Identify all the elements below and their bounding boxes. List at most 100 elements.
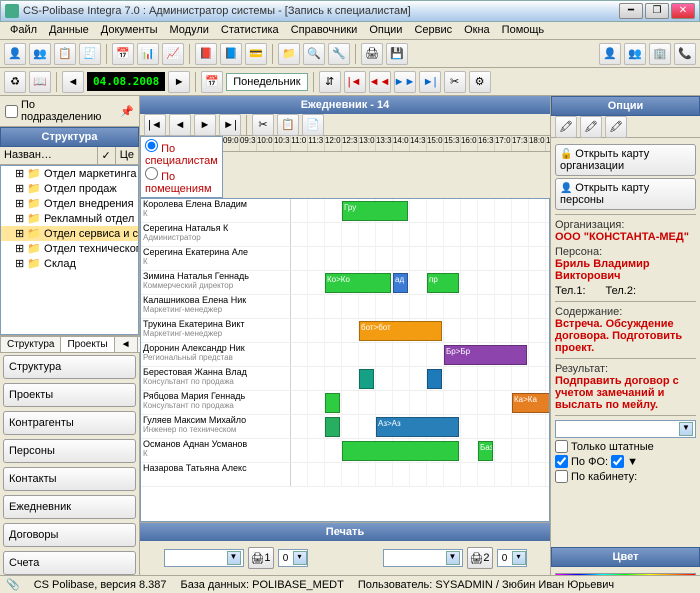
tool-icon[interactable]: ⚙ — [469, 71, 491, 93]
person-name[interactable]: Рябцова Мария ГеннадьКонсультант по прод… — [141, 391, 291, 414]
open-org-card-button[interactable]: 🔓 Открыть карту организации — [555, 144, 696, 176]
person-name[interactable]: Серегина Екатерина АлеК — [141, 247, 291, 270]
tool-btn[interactable]: 🧾 — [79, 43, 101, 65]
menu-item[interactable]: Сервис — [408, 22, 458, 39]
book-icon[interactable]: 📖 — [29, 71, 51, 93]
nav-first-icon[interactable]: |◄ — [344, 71, 366, 93]
tree-tab[interactable]: Проекты — [60, 336, 114, 353]
tab-scroll[interactable]: ◄ — [114, 336, 138, 353]
dropdown-icon[interactable]: ▼ — [627, 456, 638, 468]
cut-icon[interactable]: ✂ — [252, 114, 274, 136]
tool-btn[interactable]: 📘 — [220, 43, 242, 65]
copy-icon[interactable]: 📋 — [277, 114, 299, 136]
prev-icon[interactable]: ◄ — [62, 71, 84, 93]
printer-select-2[interactable]: ▼ — [383, 549, 463, 567]
print2-button[interactable]: 🖨2 — [467, 547, 493, 569]
tool-btn[interactable]: 📁 — [278, 43, 300, 65]
last-icon[interactable]: ►| — [219, 114, 241, 136]
tool-btn[interactable]: 💳 — [245, 43, 267, 65]
menu-item[interactable]: Справочники — [285, 22, 364, 39]
appointment-block[interactable] — [342, 441, 459, 461]
tree-item[interactable]: ⊞ 📁 Отдел маркетинга — [1, 166, 138, 181]
tool-btn[interactable]: 📈 — [162, 43, 184, 65]
color-gradient[interactable] — [555, 573, 696, 575]
nav-button[interactable]: Проекты — [3, 383, 136, 407]
printer-select[interactable]: ▼ — [164, 549, 244, 567]
tool-btn[interactable]: 📕 — [195, 43, 217, 65]
pin-icon[interactable]: 📌 — [120, 105, 134, 118]
nav-icon[interactable]: ⇵ — [319, 71, 341, 93]
tool-btn[interactable]: 🔍 — [303, 43, 325, 65]
date-display[interactable]: 04.08.2008 — [87, 72, 165, 91]
nav-button[interactable]: Персоны — [3, 439, 136, 463]
person-name[interactable]: Доронин Александр НикРегиональный предст… — [141, 343, 291, 366]
next-icon[interactable]: ► — [168, 71, 190, 93]
highlighter-icon[interactable]: 🖍 — [605, 116, 627, 138]
first-icon[interactable]: |◄ — [144, 114, 166, 136]
person-name[interactable]: Назарова Татьяна Алекс — [141, 463, 291, 486]
by-cabinet-checkbox[interactable] — [555, 470, 568, 483]
menu-item[interactable]: Файл — [4, 22, 43, 39]
tool-btn[interactable]: 👤 — [599, 43, 621, 65]
tool-btn[interactable]: 🏢 — [649, 43, 671, 65]
by-department-checkbox[interactable] — [5, 105, 18, 118]
tree-tab[interactable]: Структура — [0, 336, 61, 353]
copies-spin[interactable]: ▾ — [278, 549, 308, 567]
appointment-block[interactable] — [359, 369, 374, 389]
appointment-block[interactable]: Аз>Аз — [376, 417, 459, 437]
appointment-block[interactable]: Гру — [342, 201, 408, 221]
filter-select[interactable]: ▼ — [555, 420, 696, 438]
maximize-button[interactable]: ❐ — [645, 3, 669, 19]
tool-btn[interactable]: 👥 — [29, 43, 51, 65]
refresh-icon[interactable]: ♻ — [4, 71, 26, 93]
tool-btn[interactable]: 📋 — [54, 43, 76, 65]
appointment-block[interactable] — [325, 393, 340, 413]
open-person-card-button[interactable]: 👤 Открыть карту персоны — [555, 178, 696, 210]
appointment-block[interactable]: Баз — [478, 441, 493, 461]
highlighter-icon[interactable]: 🖍 — [580, 116, 602, 138]
nav-last-icon[interactable]: ►| — [419, 71, 441, 93]
by-rooms-radio[interactable] — [145, 167, 158, 180]
tool-btn[interactable]: 🔧 — [328, 43, 350, 65]
appointment-block[interactable]: ад — [393, 273, 408, 293]
org-tree[interactable]: ⊞ 📁 Отдел маркетинга⊞ 📁 Отдел продаж⊞ 📁 … — [0, 165, 139, 335]
appointment-block[interactable]: пр — [427, 273, 459, 293]
menu-item[interactable]: Статистика — [215, 22, 285, 39]
appointment-block[interactable]: Бр>Бр — [444, 345, 527, 365]
tree-item[interactable]: ⊞ 📁 Рекламный отдел — [1, 211, 138, 226]
prev-icon[interactable]: ◄ — [169, 114, 191, 136]
tool-btn[interactable]: 📊 — [137, 43, 159, 65]
highlighter-icon[interactable]: 🖍 — [555, 116, 577, 138]
person-name[interactable]: Гуляев Максим МихайлоИнженер по техничес… — [141, 415, 291, 438]
copies-spin-2[interactable]: ▾ — [497, 549, 527, 567]
person-name[interactable]: Трукина Екатерина ВиктМаркетинг-менеджер — [141, 319, 291, 342]
person-name[interactable]: Берестовая Жанна ВладКонсультант по прод… — [141, 367, 291, 390]
menu-item[interactable]: Окна — [458, 22, 496, 39]
appointment-block[interactable]: бот>бот — [359, 321, 442, 341]
person-name[interactable]: Калашникова Елена НикМаркетинг-менеджер — [141, 295, 291, 318]
tool-btn[interactable]: 📞 — [674, 43, 696, 65]
appointment-block[interactable] — [427, 369, 442, 389]
person-name[interactable]: Зимина Наталья ГеннадьКоммерческий дирек… — [141, 271, 291, 294]
person-name[interactable]: Османов Аднан УсмановК — [141, 439, 291, 462]
person-name[interactable]: Серегина Наталья КАдминистратор — [141, 223, 291, 246]
nav-button[interactable]: Счета — [3, 551, 136, 575]
menu-item[interactable]: Документы — [95, 22, 164, 39]
tool-btn[interactable]: 🖨 — [361, 43, 383, 65]
appointment-block[interactable]: Ко>Ко — [325, 273, 391, 293]
menu-item[interactable]: Опции — [363, 22, 408, 39]
schedule-grid[interactable]: Королева Елена ВладимК Гру Серегина Ната… — [140, 198, 550, 522]
tool-btn[interactable]: 👤 — [4, 43, 26, 65]
close-button[interactable]: ✕ — [671, 3, 695, 19]
paste-icon[interactable]: 📄 — [302, 114, 324, 136]
tool-icon[interactable]: ✂ — [444, 71, 466, 93]
tool-btn[interactable]: 💾 — [386, 43, 408, 65]
nav-button[interactable]: Структура — [3, 355, 136, 379]
tree-item[interactable]: ⊞ 📁 Отдел технического о — [1, 241, 138, 256]
next-icon[interactable]: ► — [194, 114, 216, 136]
fio-sub-checkbox[interactable] — [611, 455, 624, 468]
tool-btn[interactable]: 📅 — [112, 43, 134, 65]
menu-item[interactable]: Данные — [43, 22, 95, 39]
calendar-icon[interactable]: 📅 — [201, 71, 223, 93]
nav-button[interactable]: Контакты — [3, 467, 136, 491]
